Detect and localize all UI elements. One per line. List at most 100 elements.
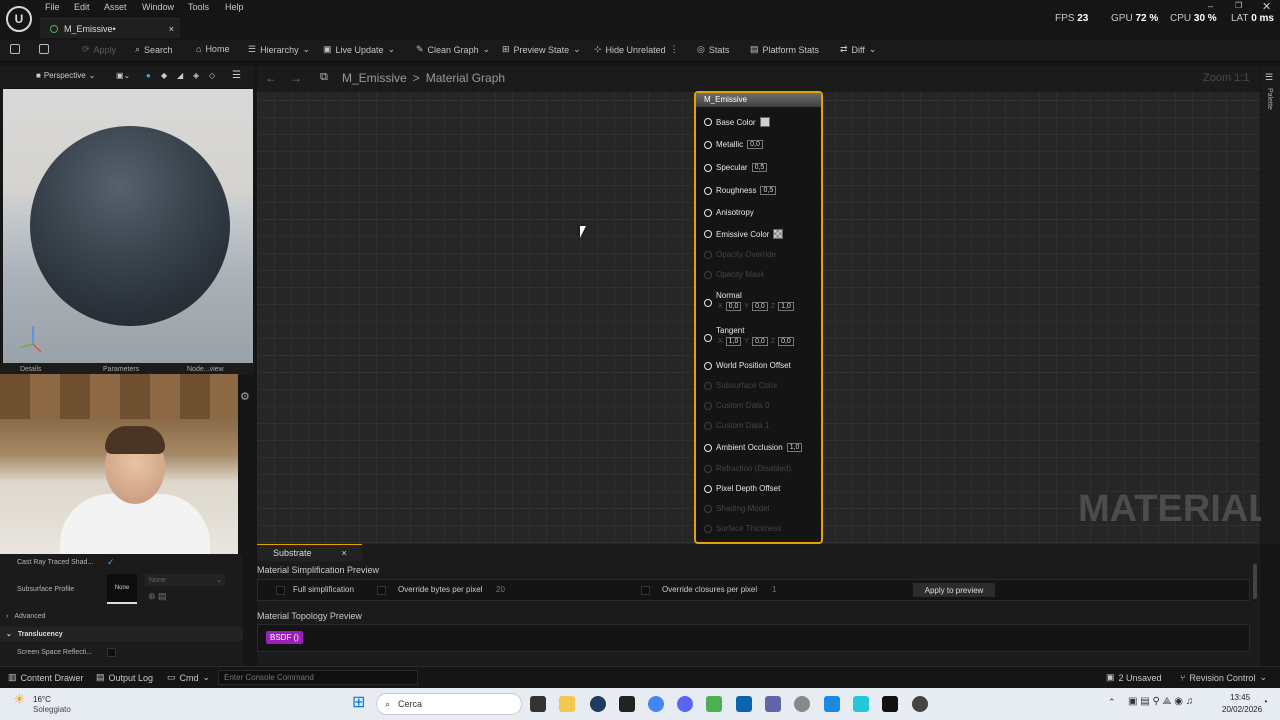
platform-stats-button[interactable]: ▤ Platform Stats: [750, 44, 819, 55]
pin-roughness[interactable]: Roughness 0,5: [704, 186, 777, 195]
unreal-logo-icon[interactable]: U: [6, 6, 32, 32]
unreal-taskbar-icon[interactable]: [882, 696, 898, 712]
override-closures-checkbox[interactable]: [641, 586, 650, 595]
more-icon[interactable]: ⋮: [670, 44, 679, 55]
menu-help[interactable]: Help: [225, 2, 244, 12]
ao-value[interactable]: 1,0: [786, 443, 803, 452]
clean-graph-button[interactable]: ✎ Clean Graph ⌄: [416, 44, 490, 55]
preview-state-button[interactable]: ⊞ Preview State ⌄: [502, 44, 581, 55]
tray-icons[interactable]: ▣ ▤ ⚲ ⟁ ◉ ♫: [1128, 696, 1193, 707]
material-preview-viewport[interactable]: [3, 89, 253, 363]
clock-date[interactable]: 20/02/2026: [1222, 705, 1262, 714]
back-arrow-icon[interactable]: ←: [265, 71, 277, 85]
tangent-z[interactable]: 0,0: [778, 337, 794, 346]
specular-value[interactable]: 0,5: [751, 163, 768, 172]
override-bytes-value[interactable]: 20: [496, 585, 505, 594]
maximize-icon[interactable]: ❐: [1235, 1, 1242, 10]
file-explorer-icon[interactable]: [559, 696, 575, 712]
full-simplification-checkbox[interactable]: [276, 586, 285, 595]
music-icon[interactable]: [794, 696, 810, 712]
home-button[interactable]: ⌂ Home: [196, 44, 229, 54]
scrollbar[interactable]: [1253, 564, 1257, 599]
clock-time[interactable]: 13:45: [1230, 693, 1250, 702]
task-view-icon[interactable]: [530, 696, 546, 712]
window-close-icon[interactable]: ✕: [1262, 0, 1271, 13]
cylinder-preview-icon[interactable]: ◢: [177, 71, 183, 80]
tangent-x[interactable]: 1,0: [725, 337, 742, 346]
pin-world-position-offset[interactable]: World Position Offset: [704, 361, 791, 370]
app-icon-3[interactable]: [824, 696, 840, 712]
menu-file[interactable]: File: [45, 2, 60, 12]
ssr-checkbox[interactable]: [107, 647, 116, 657]
sphere-preview-icon[interactable]: ●: [146, 71, 151, 80]
apply-to-preview-button[interactable]: Apply to preview: [913, 583, 995, 597]
tangent-y[interactable]: 0,0: [752, 337, 768, 346]
pin-anisotropy[interactable]: Anisotropy: [704, 208, 754, 217]
menu-tools[interactable]: Tools: [188, 2, 209, 12]
search-button[interactable]: ⌕ Search: [135, 44, 173, 55]
advanced-row[interactable]: › Advanced: [0, 609, 243, 623]
notification-icon[interactable]: ◔: [1262, 697, 1268, 708]
pin-ambient-occlusion[interactable]: Ambient Occlusion 1,0: [704, 443, 803, 452]
roughness-value[interactable]: 0,5: [760, 186, 777, 195]
palette-label[interactable]: Palette: [1266, 88, 1273, 110]
cube-preview-icon[interactable]: ◈: [193, 71, 199, 80]
close-icon[interactable]: ×: [169, 24, 174, 34]
console-input[interactable]: [218, 670, 418, 685]
subsurface-thumbnail[interactable]: None: [107, 574, 137, 604]
override-bytes-checkbox[interactable]: [377, 586, 386, 595]
tab-node-view[interactable]: Node...view: [187, 366, 224, 373]
revision-control-button[interactable]: ⑂ Revision Control ⌄: [1180, 672, 1267, 683]
menu-edit[interactable]: Edit: [74, 2, 90, 12]
normal-z[interactable]: 1,0: [778, 302, 794, 311]
epic-games-icon[interactable]: [619, 696, 635, 712]
subsurface-dropdown[interactable]: None ⌄: [145, 574, 225, 586]
tab-m-emissive[interactable]: M_Emissive• ×: [40, 18, 180, 38]
pin-metallic[interactable]: Metallic 0,0: [704, 140, 763, 149]
windows-start-icon[interactable]: ⊞: [352, 695, 365, 711]
forward-arrow-icon[interactable]: →: [290, 71, 302, 85]
base-color-swatch[interactable]: [759, 117, 770, 127]
app-icon-2[interactable]: [706, 696, 722, 712]
output-log-button[interactable]: ▤ Output Log: [96, 672, 153, 683]
save-icon[interactable]: [10, 44, 20, 54]
pin-pixel-depth-offset[interactable]: Pixel Depth Offset: [704, 484, 780, 493]
app-icon-4[interactable]: [853, 696, 869, 712]
diff-button[interactable]: ⇄ Diff ⌄: [840, 44, 876, 55]
unsaved-button[interactable]: ▣ 2 Unsaved: [1106, 672, 1162, 683]
tab-parameters[interactable]: Parameters: [103, 366, 139, 373]
metallic-value[interactable]: 0,0: [747, 140, 763, 149]
teams-icon[interactable]: [765, 696, 781, 712]
tab-details[interactable]: Details: [20, 366, 41, 373]
live-update-button[interactable]: ▣ Live Update ⌄: [323, 44, 395, 55]
pin-emissive-color[interactable]: Emissive Color: [704, 229, 784, 239]
breadcrumb-root[interactable]: M_Emissive: [342, 71, 407, 85]
weather-text[interactable]: Soleggiato: [33, 705, 71, 714]
settings-gear-icon[interactable]: ⚙: [240, 390, 250, 403]
content-drawer-button[interactable]: ▥ Content Drawer: [8, 672, 84, 683]
chrome-icon[interactable]: [648, 696, 664, 712]
override-closures-value[interactable]: 1: [772, 585, 776, 594]
discord-icon[interactable]: [677, 696, 693, 712]
apply-button[interactable]: ⟳ Apply: [82, 44, 116, 55]
close-icon[interactable]: ×: [342, 548, 347, 558]
menu-asset[interactable]: Asset: [104, 2, 127, 12]
tray-chevron-icon[interactable]: ⌃: [1108, 697, 1116, 708]
palette-sidebar[interactable]: ☰ Palette: [1261, 66, 1280, 544]
palette-icon[interactable]: ☰: [1265, 72, 1273, 83]
pin-specular[interactable]: Specular 0,5: [704, 163, 768, 172]
cmd-dropdown[interactable]: ▭ Cmd ⌄: [167, 672, 210, 683]
menu-icon[interactable]: ☰: [232, 70, 241, 81]
emissive-color-swatch[interactable]: [773, 229, 784, 239]
view-options-icon[interactable]: ▣⌄: [116, 71, 130, 80]
plane-preview-icon[interactable]: ◆: [161, 71, 167, 80]
weather-temp[interactable]: 16°C: [33, 695, 51, 704]
weather-icon[interactable]: ☀: [13, 691, 26, 708]
normal-y[interactable]: 0,0: [752, 302, 768, 311]
mesh-preview-icon[interactable]: ◇: [209, 71, 215, 80]
tab-substrate[interactable]: Substrate ×: [257, 544, 362, 561]
hide-unrelated-button[interactable]: ⊹ Hide Unrelated ⋮: [594, 44, 679, 55]
app-icon-1[interactable]: [590, 696, 606, 712]
browse-icon[interactable]: [39, 44, 49, 54]
hierarchy-button[interactable]: ☰ Hierarchy ⌄: [248, 44, 310, 55]
